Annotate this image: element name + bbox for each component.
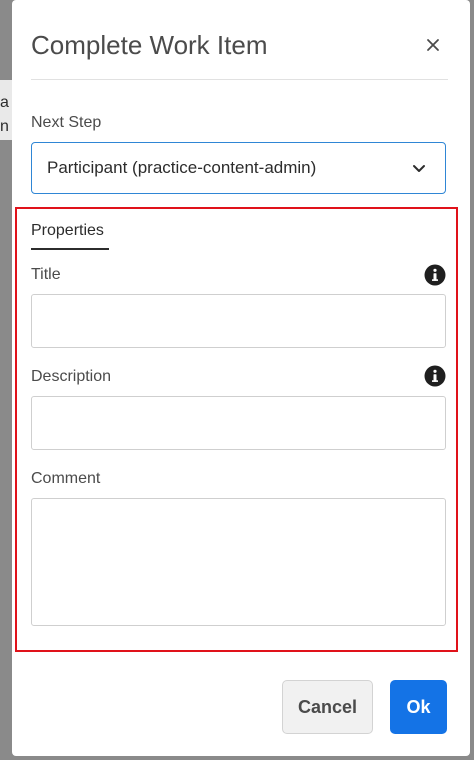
comment-label: Comment	[31, 470, 101, 487]
comment-textarea[interactable]	[31, 498, 446, 626]
next-step-label: Next Step	[31, 114, 102, 131]
complete-work-item-dialog: Complete Work Item Next Step Participant…	[12, 0, 470, 756]
header-divider	[31, 79, 448, 80]
ok-button[interactable]: Ok	[390, 680, 447, 734]
backdrop-text: n	[0, 118, 9, 135]
dialog-title: Complete Work Item	[31, 30, 268, 60]
title-label: Title	[31, 266, 61, 283]
close-button[interactable]	[422, 34, 444, 56]
tab-properties[interactable]: Properties	[31, 222, 109, 250]
info-icon[interactable]	[424, 264, 446, 286]
cancel-button[interactable]: Cancel	[282, 680, 373, 734]
close-icon	[427, 39, 439, 51]
title-input[interactable]	[31, 294, 446, 348]
info-icon[interactable]	[424, 365, 446, 387]
next-step-select[interactable]: Participant (practice-content-admin)	[31, 142, 446, 194]
chevron-down-icon	[413, 165, 425, 172]
backdrop-text: a	[0, 94, 9, 111]
description-input[interactable]	[31, 396, 446, 450]
description-label: Description	[31, 368, 112, 385]
next-step-value: Participant (practice-content-admin)	[47, 158, 317, 177]
